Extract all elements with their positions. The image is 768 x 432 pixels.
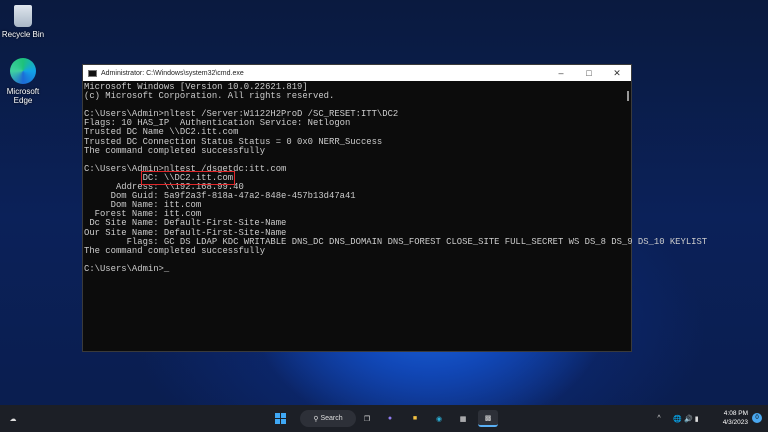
terminal-line: (c) Microsoft Corporation. All rights re…	[84, 91, 335, 102]
chevron-up-icon[interactable]: ^	[654, 410, 664, 427]
date: 4/3/2023	[722, 419, 748, 426]
notification-badge[interactable]: 0	[752, 413, 762, 423]
cmd-icon	[88, 69, 97, 77]
recycle-bin-icon[interactable]: Recycle Bin	[0, 5, 46, 39]
store-icon[interactable]: ▦	[456, 410, 470, 427]
terminal-line: The command completed successfully	[84, 245, 266, 256]
window-title: Administrator: C:\Windows\system32\cmd.e…	[101, 69, 244, 77]
terminal-output[interactable]: Microsoft Windows [Version 10.0.22621.81…	[83, 81, 707, 276]
start-button[interactable]	[272, 410, 288, 427]
system-tray-icons[interactable]: 🌐 🔊 ▮	[668, 410, 704, 427]
weather-icon[interactable]: ☁	[6, 410, 20, 427]
file-explorer-icon[interactable]: ■	[408, 410, 422, 427]
close-button[interactable]: ✕	[603, 68, 631, 79]
cmd-taskbar-icon[interactable]: ▩	[478, 410, 498, 427]
recycle-bin-label: Recycle Bin	[1, 30, 45, 39]
edge-taskbar-icon[interactable]: ◉	[432, 410, 446, 427]
maximize-button[interactable]: □	[575, 68, 603, 79]
search-label: Search	[320, 415, 343, 422]
terminal-line: C:\Users\Admin>_	[84, 263, 170, 274]
edge-label: Microsoft Edge	[6, 87, 40, 105]
scrollbar[interactable]	[627, 91, 629, 101]
search-icon: ⚲	[313, 415, 321, 423]
time: 4:08 PM	[723, 410, 748, 417]
clock[interactable]: 4:08 PM 4/3/2023	[723, 409, 748, 426]
trash-icon	[14, 5, 32, 27]
search-button[interactable]: ⚲ Search	[300, 410, 356, 427]
edge-desktop-icon[interactable]: Microsoft Edge	[0, 58, 46, 105]
minimize-button[interactable]: –	[547, 68, 575, 79]
cmd-window[interactable]: Administrator: C:\Windows\system32\cmd.e…	[82, 64, 707, 352]
terminal-line: The command completed successfully	[84, 145, 266, 156]
task-view-icon[interactable]: ❐	[360, 410, 374, 427]
taskbar: ☁ ⚲ Search ❐ ● ■ ◉ ▦ ▩ ^ 🌐 🔊 ▮ 4:08 PM 4/…	[0, 405, 768, 432]
edge-icon	[10, 58, 36, 84]
teams-icon[interactable]: ●	[383, 410, 397, 427]
title-bar[interactable]: Administrator: C:\Windows\system32\cmd.e…	[83, 65, 631, 81]
